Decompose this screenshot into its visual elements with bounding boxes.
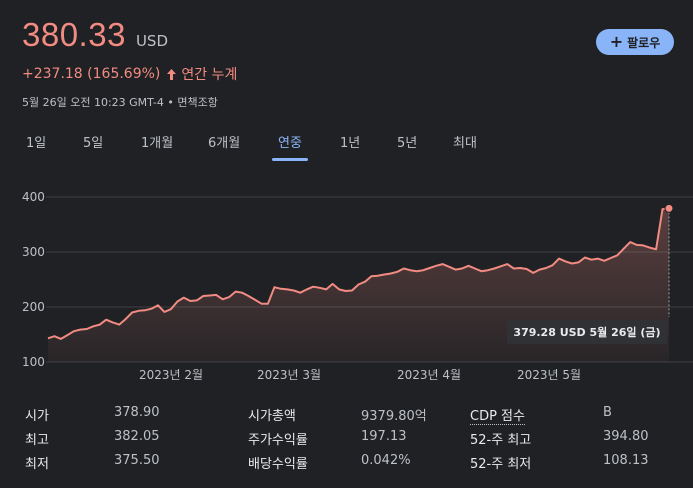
y-tick-label: 100: [22, 355, 45, 369]
stat-low-label: 최저: [25, 457, 49, 472]
stat-high-label: 최고: [25, 433, 49, 448]
chart-tooltip: 379.28 USD 5월 26일 (금): [507, 320, 667, 344]
tab-ytd[interactable]: 연중: [272, 128, 308, 161]
timestamp-disclaimer[interactable]: 5월 26일 오전 10:23 GMT-4 • 면책조항: [22, 94, 218, 110]
y-tick-label: 200: [22, 300, 45, 314]
follow-button[interactable]: + 팔로우: [596, 29, 674, 55]
x-tick-label: 2023년 2월: [139, 368, 203, 382]
last-point-marker: [664, 203, 674, 213]
stat-cdp-label[interactable]: CDP 점수: [470, 405, 525, 425]
tab-5y[interactable]: 5년: [391, 128, 423, 155]
stat-52w-high-label: 52-주 최고: [470, 433, 532, 448]
price-chart[interactable]: 400 300 200 100 2023년 2월 2023년 3월 2023년 4월 202…: [0, 175, 693, 390]
stat-52w-high-value: 394.80: [603, 429, 649, 444]
price-change-row: +237.18 (165.69%) 연간 누계: [22, 64, 237, 84]
current-price: 380.33: [22, 16, 126, 53]
stat-open-value: 378.90: [114, 405, 160, 420]
currency-label: USD: [135, 32, 168, 50]
y-tick-label: 300: [22, 245, 45, 259]
stat-52w-low-value: 108.13: [603, 453, 649, 468]
stat-high-value: 382.05: [114, 429, 160, 444]
stat-market-cap-label: 시가총액: [248, 409, 296, 424]
stat-dividend-label: 배당수익률: [248, 457, 308, 472]
period-label: 연간 누계: [181, 67, 238, 83]
tab-5d[interactable]: 5일: [77, 128, 109, 155]
stat-pe-value: 197.13: [361, 429, 407, 444]
stat-dividend-value: 0.042%: [361, 453, 411, 468]
clipped-header-text: — · · · ·: [22, 0, 68, 3]
x-tick-label: 2023년 5월: [517, 368, 581, 382]
stat-52w-low-label: 52-주 최저: [470, 457, 532, 472]
tab-max[interactable]: 최대: [447, 128, 483, 155]
stat-pe-label: 주가수익률: [248, 433, 308, 448]
tab-1m[interactable]: 1개월: [135, 128, 179, 155]
price-chart-svg[interactable]: 400 300 200 100 2023년 2월 2023년 3월 2023년 4월 202…: [0, 175, 693, 390]
stat-market-cap-value: 9379.80억: [361, 409, 427, 424]
plus-icon: +: [609, 32, 624, 51]
stat-open-label: 시가: [25, 409, 49, 424]
stat-cdp-value: B: [603, 405, 612, 420]
x-tick-label: 2023년 4월: [397, 368, 461, 382]
tab-1d[interactable]: 1일: [20, 128, 52, 155]
follow-label: 팔로우: [627, 35, 661, 50]
tab-1y[interactable]: 1년: [334, 128, 366, 155]
y-tick-label: 400: [22, 190, 45, 204]
stat-low-value: 375.50: [114, 453, 160, 468]
price-row: 380.33 USD: [22, 16, 168, 54]
price-change: +237.18 (165.69%): [22, 66, 161, 82]
arrow-up-icon: [166, 68, 177, 81]
x-tick-label: 2023년 3월: [257, 368, 321, 382]
tab-6m[interactable]: 6개월: [202, 128, 246, 155]
